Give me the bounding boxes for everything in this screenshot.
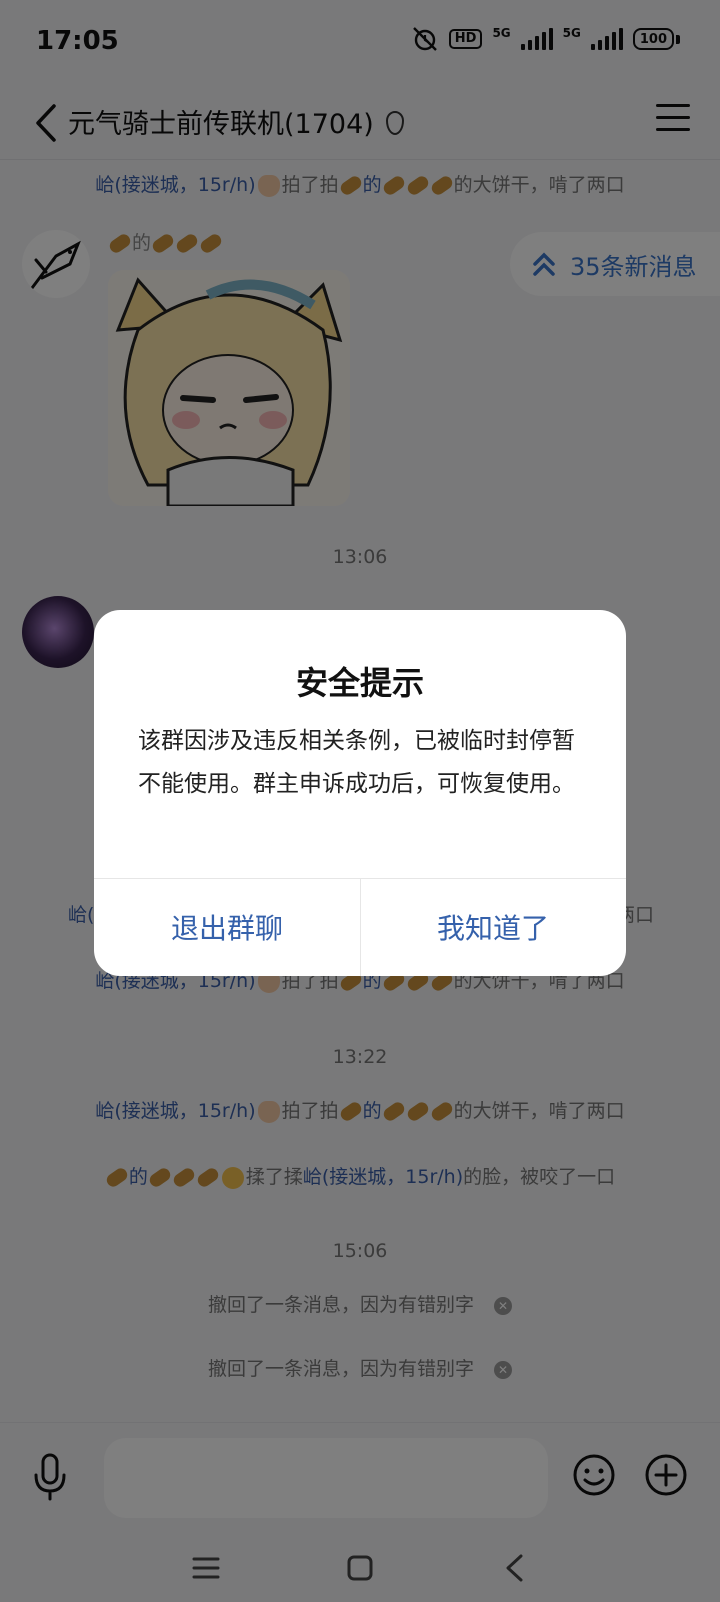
- exit-group-button[interactable]: 退出群聊: [94, 878, 360, 976]
- dialog-message: 该群因涉及违反相关条例，已被临时封停暂不能使用。群主申诉成功后，可恢复使用。: [138, 728, 575, 797]
- acknowledge-button[interactable]: 我知道了: [360, 878, 626, 976]
- dialog-title: 安全提示: [295, 664, 424, 702]
- security-alert-dialog: 安全提示 该群因涉及违反相关条例，已被临时封停暂不能使用。群主申诉成功后，可恢复…: [94, 610, 626, 976]
